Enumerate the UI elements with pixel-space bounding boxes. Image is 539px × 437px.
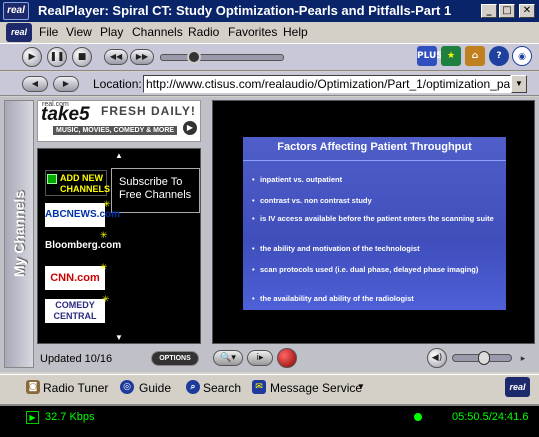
promo-fresh-daily: FRESH DAILY!: [101, 104, 196, 118]
scroll-up-icon[interactable]: ▲: [37, 151, 201, 160]
message-service-button[interactable]: Message Service: [270, 381, 362, 395]
subscribe-tooltip: Subscribe To Free Channels: [111, 168, 200, 213]
promo-tagline: MUSIC, MOVIES, COMEDY & MORE: [53, 126, 178, 135]
menu-channels[interactable]: Channels: [132, 25, 183, 39]
zoom-button[interactable]: 🔍▾: [213, 350, 243, 366]
menu-help[interactable]: Help: [283, 25, 308, 39]
forward-button[interactable]: ▶: [53, 76, 79, 92]
seek-thumb[interactable]: [187, 50, 201, 64]
record-button[interactable]: [277, 348, 297, 368]
guide-button[interactable]: Guide: [139, 381, 171, 395]
mute-button[interactable]: ◀): [427, 348, 447, 368]
promo-take5: take5: [41, 104, 90, 125]
volume-thumb[interactable]: [478, 351, 490, 365]
plus-icon[interactable]: PLUS: [417, 46, 443, 66]
fast-forward-button[interactable]: ▶▶: [130, 49, 154, 65]
network-icon[interactable]: ◉: [512, 46, 532, 66]
stop-icon: ■: [77, 52, 87, 62]
info-icon: i▸: [256, 353, 264, 363]
radio-icon: ◙: [26, 380, 40, 394]
window-title: RealPlayer: Spiral CT: Study Optimizatio…: [38, 3, 452, 18]
search-button[interactable]: Search: [203, 381, 241, 395]
sparkle-icon: ✳: [100, 262, 108, 272]
channel-bloomberg[interactable]: Bloomberg.com: [45, 234, 121, 258]
location-label: Location:: [93, 77, 142, 91]
slide-bullet: inpatient vs. outpatient: [252, 175, 500, 185]
chevron-down-icon: ▼: [515, 79, 523, 88]
home-icon[interactable]: ⌂: [465, 46, 485, 66]
maximize-button[interactable]: □: [499, 4, 515, 18]
help-icon[interactable]: ?: [489, 46, 509, 66]
channel-comedy-central[interactable]: COMEDY CENTRAL: [45, 299, 105, 323]
slide-bullet: is IV access available before the patien…: [252, 214, 500, 224]
radio-tuner-button[interactable]: Radio Tuner: [43, 381, 108, 395]
play-icon: ▶: [28, 52, 36, 62]
sparkle-icon: ✳: [102, 294, 110, 304]
slide-bullet: scan protocols used (i.e. dual phase, de…: [252, 265, 500, 275]
play-button[interactable]: ▶: [22, 47, 42, 67]
slide-divider: [243, 160, 506, 161]
updated-label: Updated 10/16: [40, 353, 113, 365]
speaker-icon: ◀): [431, 353, 443, 363]
menu-file[interactable]: File: [39, 25, 58, 39]
pause-button[interactable]: ❚❚: [47, 47, 67, 67]
rewind-icon: ◀◀: [109, 52, 123, 61]
real-logo-icon: real: [3, 2, 29, 20]
channel-cnn[interactable]: CNN.com: [45, 266, 105, 290]
back-button[interactable]: ◀: [22, 76, 48, 92]
info-button[interactable]: i▸: [247, 350, 273, 366]
seek-slider[interactable]: [160, 54, 284, 61]
channel-abcnews[interactable]: ABCNEWS.com: [45, 203, 120, 227]
menu-favorites[interactable]: Favorites: [228, 25, 277, 39]
close-button[interactable]: ✕: [519, 4, 535, 18]
tv-icon: [47, 174, 57, 184]
slide-bullet: contrast vs. non contrast study: [252, 196, 500, 206]
back-arrow-icon: ◀: [31, 79, 39, 88]
real-menu-logo-icon: real: [6, 23, 32, 42]
options-button[interactable]: OPTIONS: [151, 351, 199, 366]
time-readout: 05:50.5/24:41.6: [452, 411, 529, 423]
chevron-down-icon[interactable]: ▼: [357, 382, 365, 391]
location-input[interactable]: http://www.ctisus.com/realaudio/Optimiza…: [143, 75, 511, 93]
sparkle-icon: ✳: [103, 199, 111, 209]
scroll-down-icon[interactable]: ▼: [37, 333, 201, 342]
guide-icon: ◎: [120, 380, 134, 394]
favorites-icon[interactable]: ★: [441, 46, 461, 66]
bitrate-readout: 32.7 Kbps: [45, 411, 95, 423]
connection-indicator: [414, 413, 422, 421]
real-logo-button[interactable]: real: [505, 377, 530, 397]
rewind-button[interactable]: ◀◀: [104, 49, 128, 65]
my-channels-label: My Channels: [11, 190, 27, 278]
stop-button[interactable]: ■: [72, 47, 92, 67]
minimize-button[interactable]: _: [481, 4, 497, 18]
volume-up-icon[interactable]: ▸: [516, 350, 530, 366]
pause-icon: ❚❚: [49, 52, 65, 62]
slide-bullet: the availability and ability of the radi…: [252, 294, 500, 304]
message-service-icon: ✉: [252, 380, 266, 394]
menu-view[interactable]: View: [66, 25, 92, 39]
menu-radio[interactable]: Radio: [188, 25, 219, 39]
slide-bullet: the ability and motivation of the techno…: [252, 244, 500, 254]
fast-forward-icon: ▶▶: [135, 52, 149, 61]
search-icon: ⌕: [186, 380, 200, 394]
menu-play[interactable]: Play: [100, 25, 123, 39]
zoom-icon: 🔍▾: [220, 353, 236, 363]
forward-arrow-icon: ▶: [62, 79, 70, 88]
promo-arrow-icon[interactable]: ▶: [183, 121, 197, 135]
play-status-icon: ▶: [26, 411, 39, 424]
slide-title: Factors Affecting Patient Throughput: [277, 141, 472, 153]
sparkle-icon: ✳: [100, 230, 108, 240]
location-dropdown-button[interactable]: ▼: [511, 75, 527, 93]
